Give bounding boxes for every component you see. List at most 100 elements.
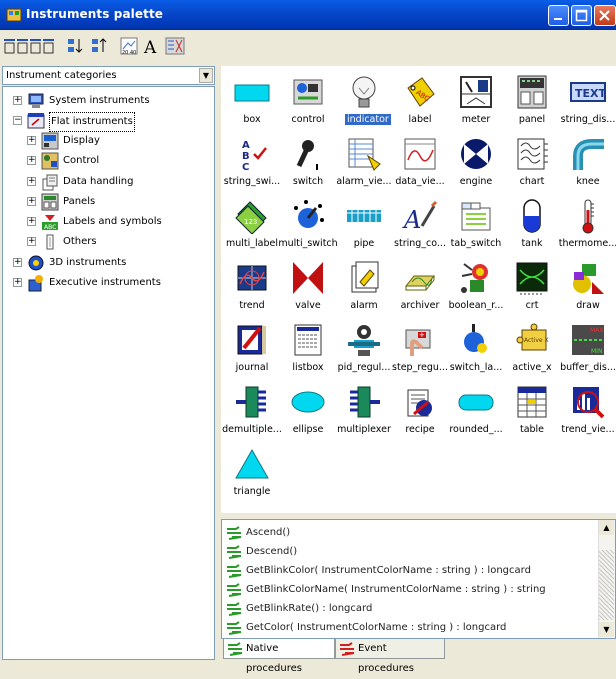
palette-item-multi-label[interactable]: 123 multi_label [223,194,281,256]
expand-icon[interactable]: + [27,237,36,246]
palette-item-pipe[interactable]: pipe [335,194,393,256]
journal-icon [237,325,266,355]
palette-item-tab-switch[interactable]: tab_switch [447,194,505,256]
zoom-icon[interactable]: 20 40 [120,37,140,55]
executive-instruments-icon [28,275,43,292]
palette-item-multiplexer[interactable]: multiplexer [335,380,393,442]
data-handling-icon [42,174,58,191]
palette-item-ellipse[interactable]: ellipse [279,380,337,442]
close-button[interactable] [594,5,616,26]
font-icon[interactable]: A [143,37,163,55]
palette-item-engine[interactable]: engine [447,132,505,194]
palette-item-indicator[interactable]: indicator [335,70,393,132]
procedure-icon [227,621,242,635]
palette-item-switch-lamp[interactable]: switch_la... [447,318,505,380]
chevron-down-icon[interactable]: ▼ [199,68,213,83]
palette-item-string-control[interactable]: A string_co... [391,194,449,256]
palette-item-active-x[interactable]: Active X active_x [503,318,561,380]
palette-item-step-regulator[interactable]: + step_regu... [391,318,449,380]
palette-item-label: draw [576,300,600,311]
expand-icon[interactable]: + [13,278,22,287]
expand-icon[interactable]: + [13,258,22,267]
scroll-up-icon[interactable]: ▲ [599,520,614,535]
monitor-icon [28,93,44,108]
scroll-thumb[interactable] [599,550,614,620]
tree-node-labels-and-symbols[interactable]: + ABC Labels and symbols [27,213,207,231]
palette-item-listbox[interactable]: listbox [279,318,337,380]
expand-icon[interactable]: + [27,177,36,186]
palette-item-knee[interactable]: knee [559,132,616,194]
palette-item-string-switch[interactable]: ABC string_swi... [223,132,281,194]
palette-item-valve[interactable]: valve [279,256,337,318]
tree-node-display[interactable]: + Display [27,132,207,150]
palette-item-crt[interactable]: crt [503,256,561,318]
palette-item-demultiplexer[interactable]: demultiple... [222,380,282,442]
palette-item-data-viewer[interactable]: data_vie... [391,132,449,194]
palette-item-draw[interactable]: draw [559,256,616,318]
palette-item-meter[interactable]: meter [447,70,505,132]
expand-icon[interactable]: + [27,197,36,206]
procedures-list[interactable]: Ascend() Descend() GetBlinkColor( Instru… [221,519,616,639]
collapse-icon[interactable]: − [13,116,22,125]
tree-node-flat-instruments[interactable]: − Flat instruments [13,112,213,132]
palette-item-rounded-box[interactable]: rounded_... [447,380,505,442]
palette-item-alarm-viewer[interactable]: alarm_vie... [335,132,393,194]
palette-item-boolean-reader[interactable]: boolean_r... [447,256,505,318]
tab-native-procedures[interactable]: Native procedures [223,639,335,674]
tree-node-label: Others [63,236,97,247]
palette-item-thermometer[interactable]: thermome... [559,194,616,256]
procedures-scrollbar[interactable]: ▲ ▼ [598,520,615,638]
palette-item-string-display[interactable]: TEXT string_dis... [559,70,616,132]
palette-item-trend-viewer[interactable]: trend_vie... [559,380,616,442]
active-x-icon: Active X [516,323,549,351]
palette-item-tank[interactable]: tank [503,194,561,256]
tree-node-label: Panels [63,196,96,207]
tree-node-executive-instruments[interactable]: + Executive instruments [13,274,213,292]
expand-icon[interactable]: + [13,96,22,105]
tree-node-label: Control [63,155,100,166]
minimize-button[interactable] [548,5,569,26]
switch-lamp-icon [464,324,487,353]
tree-node-panels[interactable]: + Panels [27,193,207,211]
labels-symbols-icon: ABC [42,215,58,231]
maximize-button[interactable] [571,5,592,26]
tree-node-system-instruments[interactable]: + System instruments [13,92,213,110]
procedure-icon [227,564,242,578]
svg-text:A: A [242,140,250,151]
palette-item-pid-regulator[interactable]: pid_regul... [335,318,393,380]
scroll-down-icon[interactable]: ▼ [599,622,614,637]
palette-item-table[interactable]: table [503,380,561,442]
align-icons-button[interactable] [4,37,58,55]
palette-item-control[interactable]: control [279,70,337,132]
tree-node-data-handling[interactable]: + Data handling [27,173,207,191]
palette-item-buffer-display[interactable]: MAX MIN buffer_dis... [559,318,616,380]
tree-node-others[interactable]: + Others [27,233,207,251]
category-combo[interactable]: Instrument categories ▼ [2,66,215,85]
expand-icon[interactable]: + [27,217,36,226]
category-tree[interactable]: + System instruments − Flat instruments … [2,86,215,660]
palette-item-chart[interactable]: chart [503,132,561,194]
title-bar[interactable]: Instruments palette [0,0,616,30]
svg-text:Active X: Active X [524,337,549,344]
properties-icon[interactable] [165,37,185,55]
palette-item-trend[interactable]: trend [223,256,281,318]
palette-item-label[interactable]: ABC label [391,70,449,132]
palette-item-multi-switch[interactable]: multi_switch [278,194,338,256]
svg-text:C: C [242,162,249,172]
palette-item-alarm[interactable]: alarm [335,256,393,318]
palette-item-journal[interactable]: journal [223,318,281,380]
sort-ascending-icon[interactable] [66,37,84,55]
tree-node-control[interactable]: + Control [27,152,207,170]
palette-item-recipe[interactable]: recipe [391,380,449,442]
expand-icon[interactable]: + [27,156,36,165]
palette-item-box[interactable]: box [223,70,281,132]
palette-item-panel[interactable]: panel [503,70,561,132]
palette-item-switch[interactable]: switch [279,132,337,194]
sort-descending-icon[interactable] [90,37,108,55]
tab-event-procedures[interactable]: Event procedures [335,639,445,674]
chart-icon [517,138,548,170]
expand-icon[interactable]: + [27,136,36,145]
tree-node-3d-instruments[interactable]: + 3D instruments [13,254,213,272]
palette-item-archiver[interactable]: archiver [391,256,449,318]
palette-item-triangle[interactable]: triangle [223,442,281,504]
